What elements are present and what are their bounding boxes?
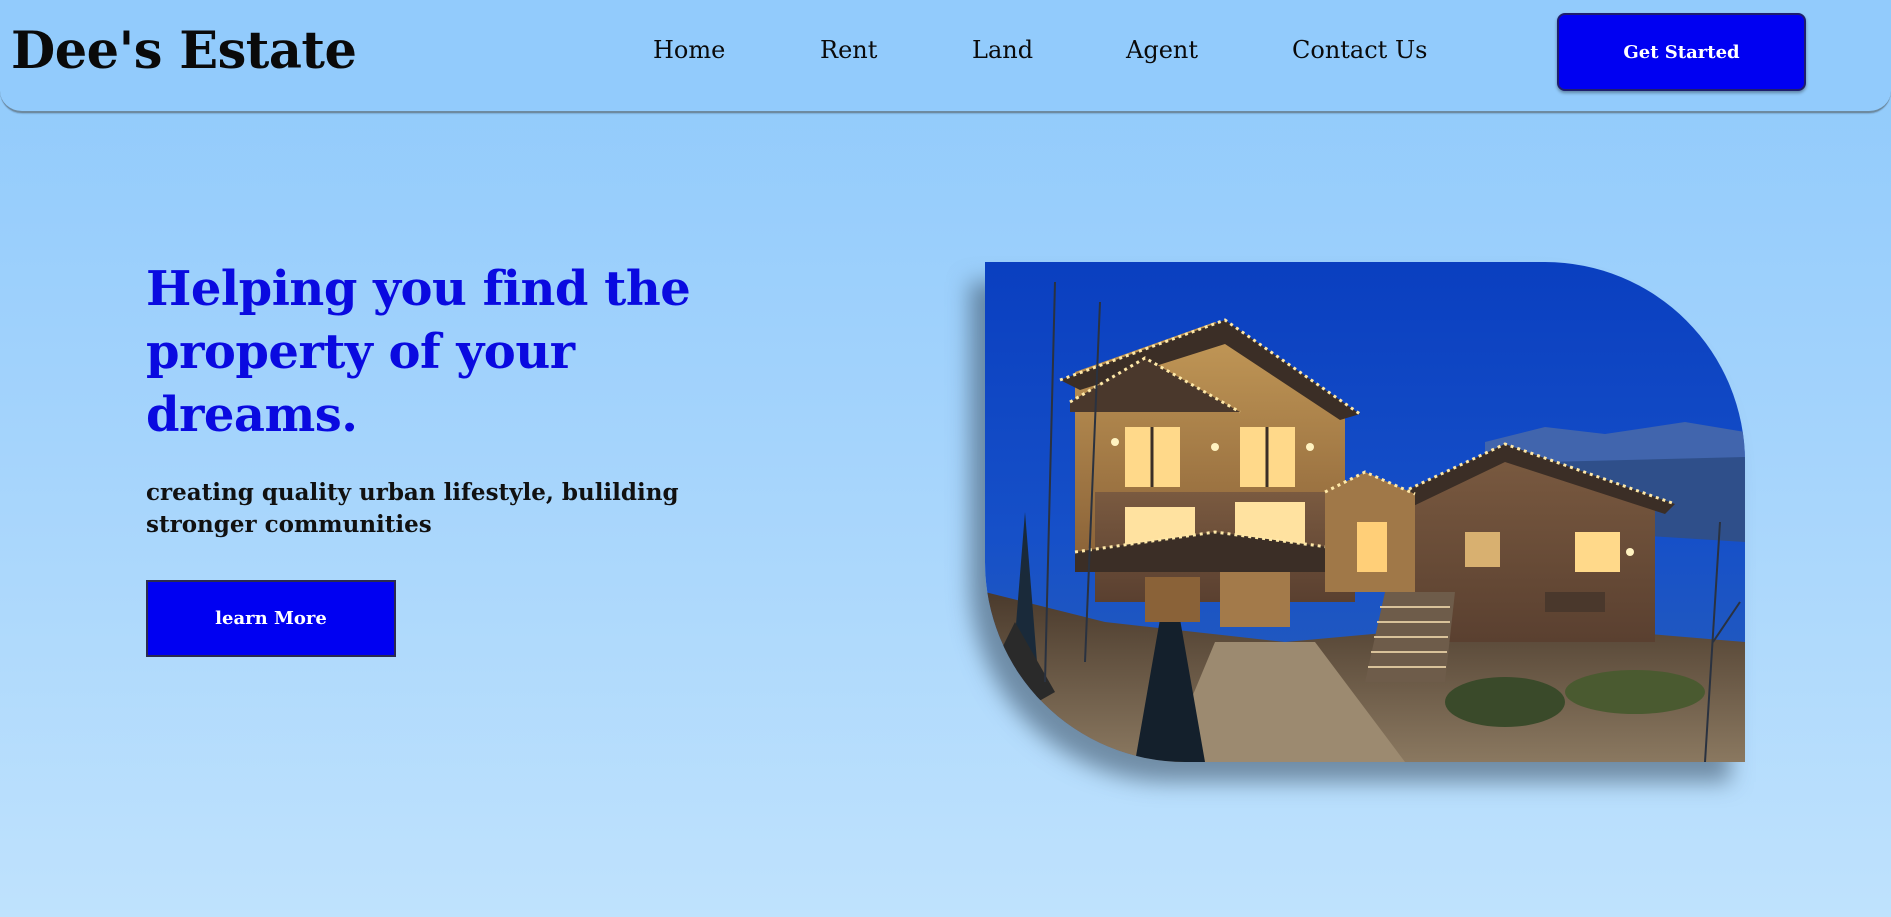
- nav-link-agent[interactable]: Agent: [1126, 33, 1198, 67]
- site-logo[interactable]: Dee's Estate: [11, 20, 357, 82]
- nav-link-home[interactable]: Home: [653, 33, 725, 67]
- nav-link-rent[interactable]: Rent: [820, 33, 877, 67]
- hero-subtitle: creating quality urban lifestyle, bulild…: [146, 479, 679, 538]
- nav-link-land[interactable]: Land: [972, 33, 1033, 67]
- get-started-button[interactable]: Get Started: [1557, 13, 1806, 91]
- nav-link-contact-us[interactable]: Contact Us: [1292, 33, 1427, 67]
- house-photo: [985, 262, 1745, 762]
- hero-title: Helping you find the property of your dr…: [146, 261, 691, 443]
- navbar: Dee's Estate Home Rent Land Agent Contac…: [0, 0, 1891, 113]
- learn-more-button[interactable]: learn More: [146, 580, 396, 657]
